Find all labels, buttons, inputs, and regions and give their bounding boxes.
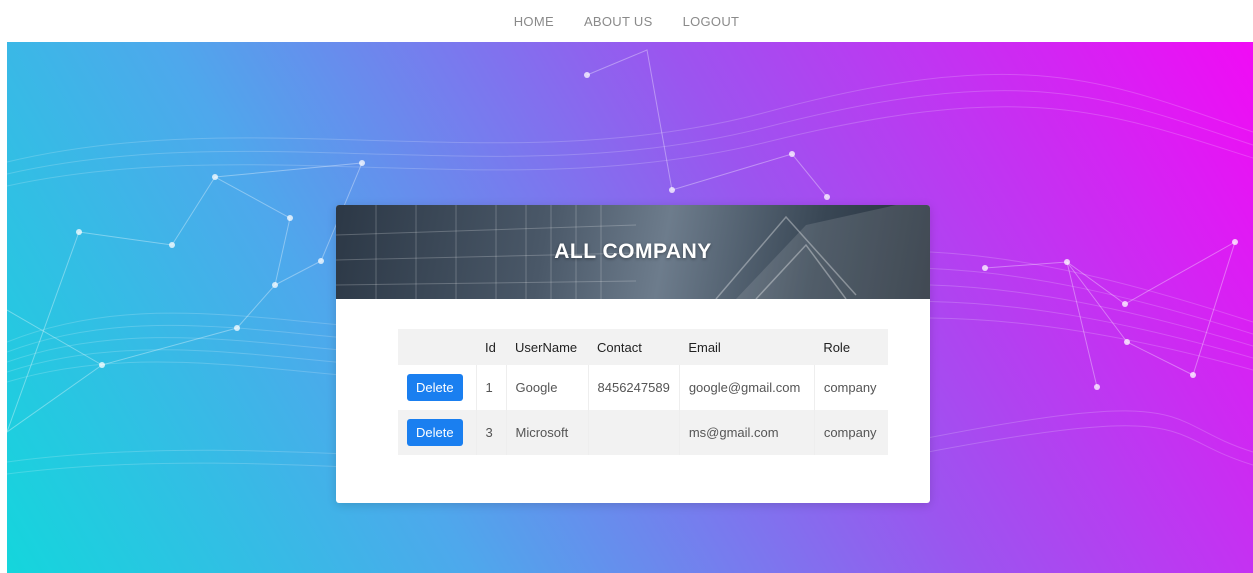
table-cell-action: Delete (398, 365, 477, 410)
delete-button[interactable]: Delete (407, 374, 463, 401)
card-banner: ALL COMPANY (336, 205, 930, 299)
table-cell-role: company (814, 365, 888, 410)
nav-home-link[interactable]: HOME (514, 14, 554, 29)
top-nav: HOME ABOUT US LOGOUT (0, 0, 1253, 42)
table-cell-email: ms@gmail.com (679, 410, 815, 455)
table-row: Delete 1 Google 8456247589 google@gmail.… (398, 365, 888, 410)
company-table: Id UserName Contact Email Role Delete 1 … (398, 329, 888, 455)
column-header-username: UserName (506, 329, 588, 365)
table-cell-contact (588, 410, 680, 455)
column-header-id: Id (476, 329, 506, 365)
nav-about-us-link[interactable]: ABOUT US (584, 14, 653, 29)
delete-button[interactable]: Delete (407, 419, 463, 446)
table-cell-email: google@gmail.com (679, 365, 815, 410)
company-card: ALL COMPANY Id UserName Contact Email Ro… (336, 205, 930, 503)
column-header-role: Role (814, 329, 888, 365)
table-cell-username: Microsoft (506, 410, 589, 455)
table-cell-username: Google (506, 365, 589, 410)
table-row: Delete 3 Microsoft ms@gmail.com company (398, 410, 888, 455)
table-cell-role: company (814, 410, 888, 455)
table-cell-id: 1 (476, 365, 507, 410)
table-cell-contact: 8456247589 (588, 365, 680, 410)
column-header-contact: Contact (588, 329, 680, 365)
column-header-email: Email (679, 329, 815, 365)
column-header-action (398, 329, 476, 365)
hero-background: ALL COMPANY Id UserName Contact Email Ro… (7, 42, 1253, 573)
nav-logout-link[interactable]: LOGOUT (683, 14, 740, 29)
table-cell-action: Delete (398, 410, 477, 455)
page-title: ALL COMPANY (554, 240, 712, 263)
table-header-row: Id UserName Contact Email Role (398, 329, 888, 365)
table-cell-id: 3 (476, 410, 507, 455)
